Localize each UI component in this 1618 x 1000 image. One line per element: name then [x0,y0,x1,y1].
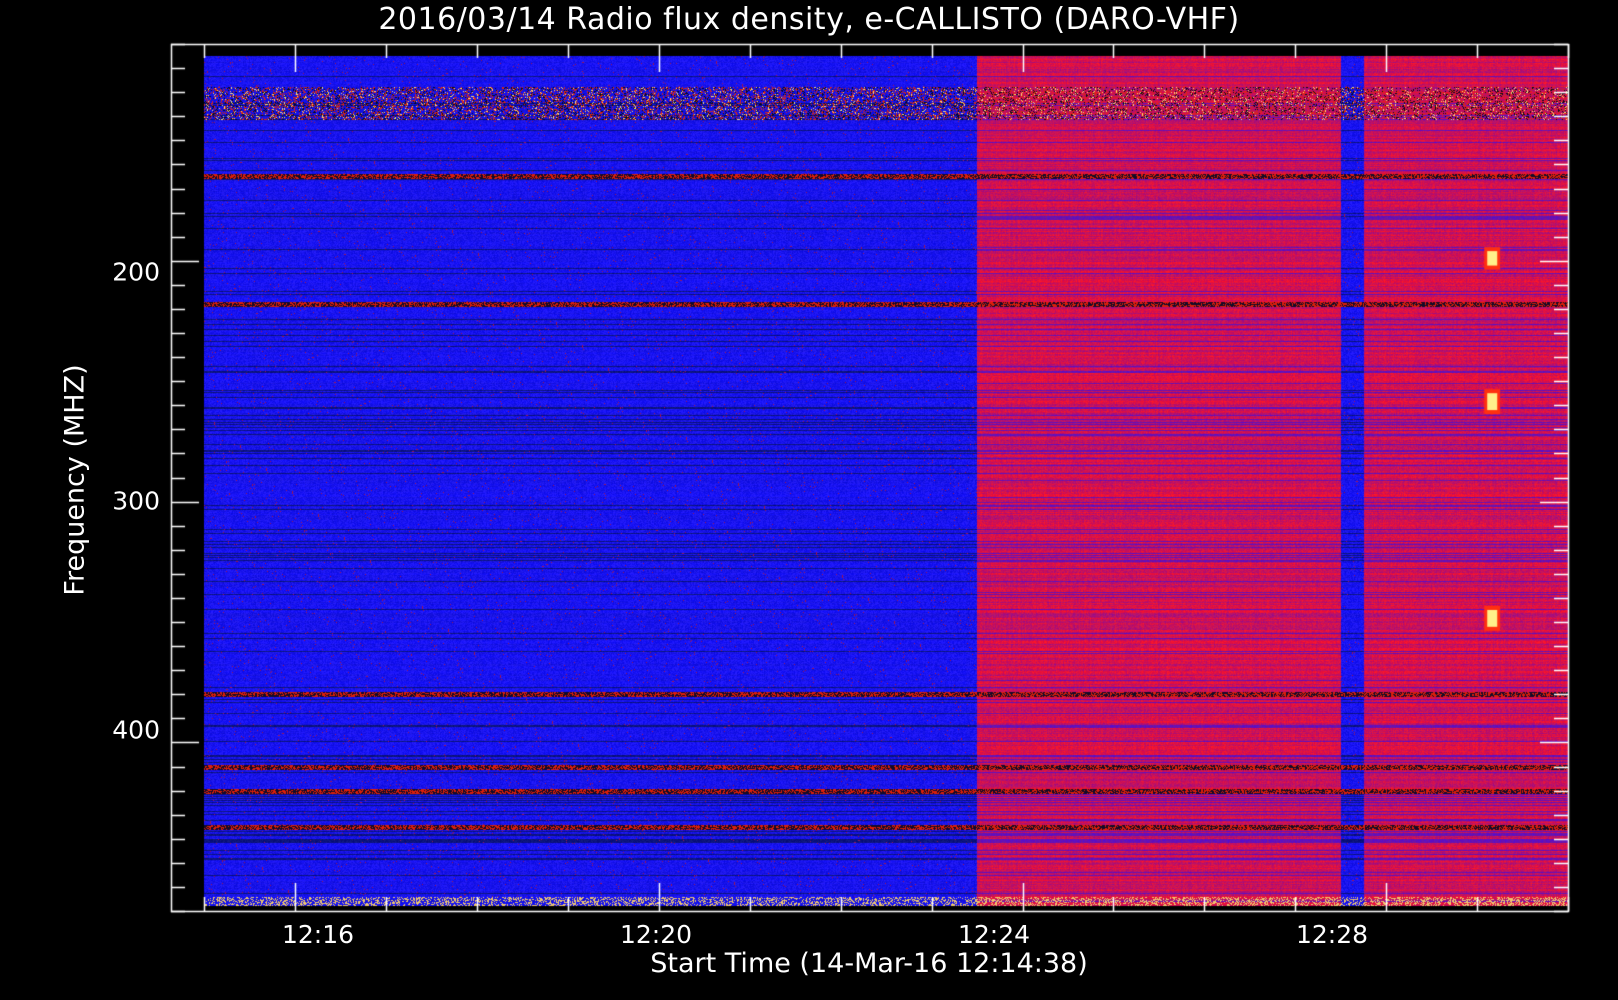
x-axis-label: Start Time (14-Mar-16 12:14:38) [650,948,1088,979]
spectrogram-canvas [0,0,1618,1000]
x-tick-label: 12:24 [957,920,1031,949]
y-tick-label: 300 [112,486,160,516]
chart-title: 2016/03/14 Radio flux density, e-CALLIST… [378,2,1240,37]
x-tick-label: 12:28 [1295,920,1369,949]
x-tick-label: 12:16 [281,920,355,949]
x-tick-label: 12:20 [619,920,693,949]
y-axis-label: Frequency (MHZ) [59,364,91,596]
y-tick-label: 400 [112,715,160,745]
y-tick-label: 200 [112,257,160,287]
